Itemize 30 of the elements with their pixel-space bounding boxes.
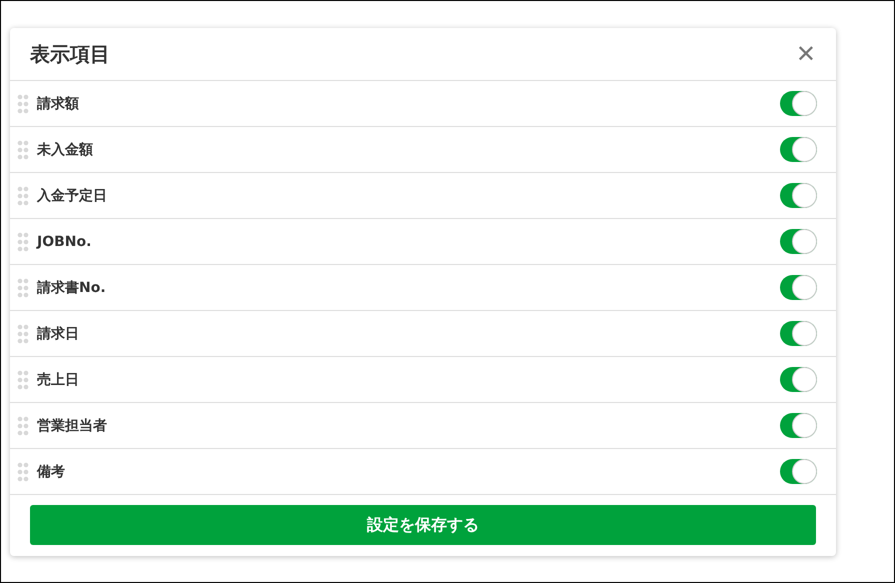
save-button[interactable]: 設定を保存する (30, 505, 816, 545)
toggle-switch[interactable] (780, 275, 817, 300)
item-label: JOBNo. (37, 234, 92, 250)
drag-handle-icon[interactable] (17, 94, 29, 114)
toggle-switch[interactable] (780, 413, 817, 438)
item-label: 備考 (37, 462, 66, 480)
toggle-switch[interactable] (780, 91, 817, 116)
close-button[interactable]: ✕ (796, 40, 816, 68)
item-label: 請求日 (37, 324, 80, 342)
toggle-switch[interactable] (780, 459, 817, 484)
item-label: 請求額 (37, 94, 80, 112)
toggle-switch[interactable] (780, 229, 817, 254)
drag-handle-icon[interactable] (17, 324, 29, 344)
drag-handle-icon[interactable] (17, 416, 29, 436)
item-label: 未入金額 (37, 140, 94, 158)
drag-handle-icon[interactable] (17, 140, 29, 160)
toggle-switch[interactable] (780, 183, 817, 208)
item-label: 売上日 (37, 370, 80, 388)
drag-handle-icon[interactable] (17, 232, 29, 252)
drag-handle-icon[interactable] (17, 370, 29, 390)
dialog-title: 表示項目 (30, 40, 110, 68)
item-label: 入金予定日 (37, 186, 108, 204)
toggle-switch[interactable] (780, 321, 817, 346)
toggle-switch[interactable] (780, 367, 817, 392)
drag-handle-icon[interactable] (17, 186, 29, 206)
item-label: 請求書No. (37, 278, 107, 296)
drag-handle-icon[interactable] (17, 278, 29, 298)
item-label: 営業担当者 (37, 416, 108, 434)
toggle-switch[interactable] (780, 137, 817, 162)
drag-handle-icon[interactable] (17, 462, 29, 482)
